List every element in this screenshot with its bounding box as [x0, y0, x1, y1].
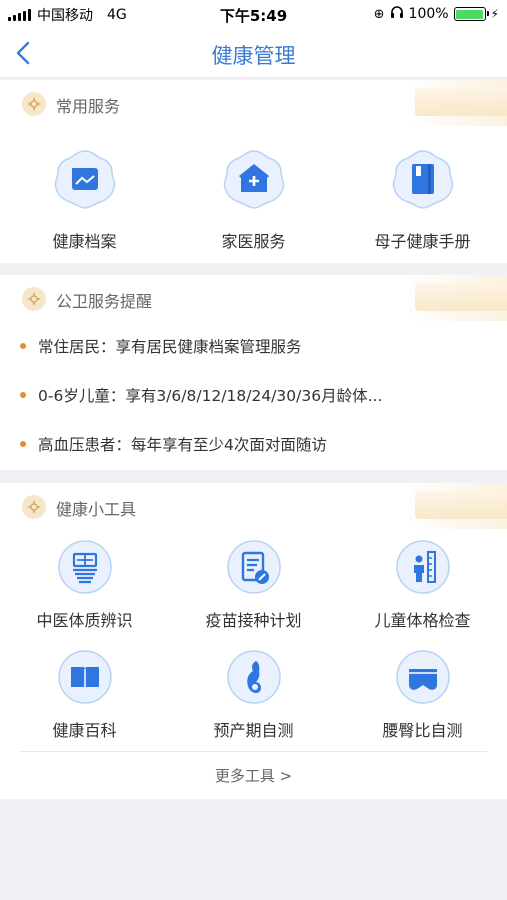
section-title: 健康小工具	[56, 500, 137, 519]
bullet-dot	[20, 391, 26, 398]
tool-waist-hip-ratio[interactable]: 腰臀比自测	[338, 649, 507, 741]
reminder-text: 常住居民：享有居民健康档案管理服务	[38, 337, 302, 356]
section-decoration	[415, 88, 507, 116]
section-header: 健康小工具	[0, 483, 507, 529]
reminder-item[interactable]: 高血压患者：每年享有至少4次面对面随访	[0, 419, 507, 468]
medicine-char-icon	[57, 540, 112, 594]
headphones-icon	[390, 5, 404, 23]
navigation-bar: 健康管理	[0, 28, 507, 78]
page-title: 健康管理	[211, 44, 296, 68]
tool-label: 儿童体格检查	[374, 611, 471, 630]
flower-badge-icon	[22, 287, 46, 311]
section-decoration	[415, 491, 507, 519]
section-title: 公卫服务提醒	[56, 292, 153, 311]
tool-tcm-constitution[interactable]: 中医体质辨识	[0, 539, 169, 631]
tool-label: 预产期自测	[213, 721, 294, 740]
reminder-text: 高血压患者：每年享有至少4次面对面随访	[38, 435, 327, 454]
tool-child-physical-exam[interactable]: 儿童体格检查	[338, 539, 507, 631]
service-family-doctor[interactable]: 家医服务	[169, 148, 338, 252]
tool-vaccine-plan[interactable]: 疫苗接种计划	[169, 539, 338, 631]
pregnancy-icon	[226, 650, 281, 704]
public-health-reminders-section: 公卫服务提醒 常住居民：享有居民健康档案管理服务 0-6岁儿童：享有3/6/8/…	[0, 275, 507, 470]
battery-percent: 100%	[408, 6, 449, 22]
flower-badge-icon	[22, 495, 46, 519]
charging-icon: ⚡	[490, 7, 499, 21]
reminder-item[interactable]: 常住居民：享有居民健康档案管理服务	[0, 321, 507, 370]
status-bar: 中国移动 4G 下午5:49 ⊕ 100% ⚡	[0, 0, 507, 28]
bullet-dot	[20, 342, 26, 349]
common-services-section: 常用服务 健康档案 家医服务 母子健康手册	[0, 80, 507, 263]
tool-label: 中医体质辨识	[36, 611, 133, 630]
child-height-icon	[395, 540, 450, 594]
section-decoration	[415, 283, 507, 311]
vaccine-plan-icon	[226, 540, 281, 594]
home-plus-icon	[223, 150, 284, 209]
service-label: 母子健康手册	[374, 232, 471, 251]
folder-icon	[54, 150, 115, 209]
tool-due-date-test[interactable]: 预产期自测	[169, 649, 338, 741]
tool-health-encyclopedia[interactable]: 健康百科	[0, 649, 169, 741]
battery-level	[456, 9, 484, 19]
divider	[20, 751, 487, 752]
service-label: 健康档案	[52, 232, 117, 251]
service-label: 家医服务	[221, 232, 286, 251]
tool-label: 疫苗接种计划	[205, 611, 302, 630]
more-tools-link[interactable]: 更多工具 >	[0, 765, 507, 786]
tool-label: 健康百科	[52, 721, 117, 740]
rotation-lock-icon: ⊕	[373, 6, 385, 22]
section-header: 常用服务	[0, 80, 507, 126]
waist-hip-icon	[395, 650, 450, 704]
book-icon	[57, 650, 112, 704]
tool-label: 腰臀比自测	[382, 721, 463, 740]
flower-badge-icon	[22, 92, 46, 116]
section-title: 常用服务	[56, 97, 121, 116]
reminder-item[interactable]: 0-6岁儿童：享有3/6/8/12/18/24/30/36月龄体...	[0, 370, 507, 419]
reminder-text: 0-6岁儿童：享有3/6/8/12/18/24/30/36月龄体...	[38, 386, 383, 405]
section-header: 公卫服务提醒	[0, 275, 507, 321]
bullet-dot	[20, 440, 26, 447]
service-health-record[interactable]: 健康档案	[0, 148, 169, 252]
battery-icon	[453, 7, 489, 21]
handbook-icon	[392, 150, 453, 209]
service-mother-child-handbook[interactable]: 母子健康手册	[338, 148, 507, 252]
health-tools-section: 健康小工具 中医体质辨识 疫苗接种计划 儿童体格检查 健康百科 预产期自测 腰臀…	[0, 483, 507, 799]
